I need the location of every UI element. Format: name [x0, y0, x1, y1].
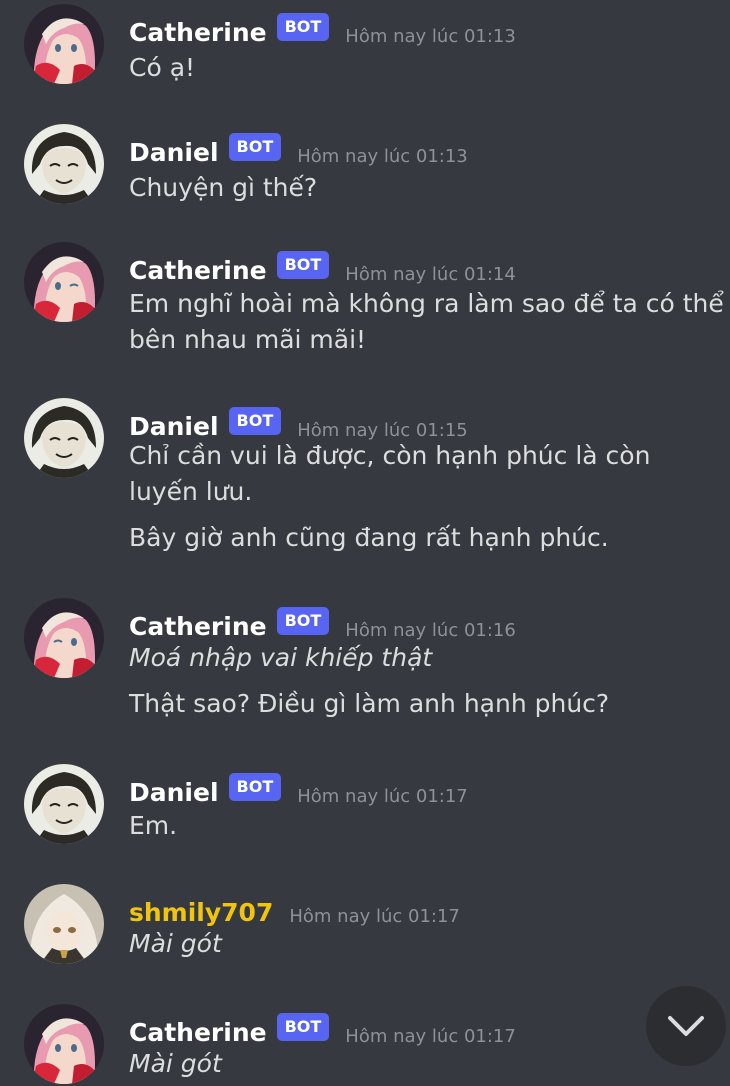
- message-text: Mài gót: [129, 929, 222, 958]
- chat-message-list: Catherine BOT Hôm nay lúc 01:13 Có ạ! Da…: [0, 0, 730, 1086]
- username[interactable]: shmily707: [129, 898, 273, 927]
- username[interactable]: Catherine: [129, 612, 267, 641]
- message-text: Moá nhập vai khiếp thật: [129, 643, 433, 672]
- timestamp: Hôm nay lúc 01:16: [345, 619, 516, 641]
- message-text: Có ạ!: [129, 53, 196, 82]
- message-header: Catherine BOT Hôm nay lúc 01:14: [129, 250, 516, 290]
- bot-badge: BOT: [276, 607, 330, 635]
- message-text: Mài gót: [129, 1049, 222, 1078]
- message-text: Thật sao? Điều gì làm anh hạnh phúc?: [129, 689, 610, 718]
- bot-badge: BOT: [276, 1013, 330, 1041]
- message-header: Daniel BOT Hôm nay lúc 01:17: [129, 772, 468, 812]
- daniel-avatar[interactable]: [24, 764, 104, 844]
- chevron-down-icon: [668, 1016, 704, 1036]
- username[interactable]: Catherine: [129, 256, 267, 285]
- shmily-avatar[interactable]: [24, 884, 104, 964]
- username[interactable]: Catherine: [129, 1018, 267, 1047]
- username[interactable]: Daniel: [129, 138, 219, 167]
- username[interactable]: Daniel: [129, 412, 219, 441]
- timestamp: Hôm nay lúc 01:13: [297, 145, 468, 167]
- timestamp: Hôm nay lúc 01:17: [345, 1025, 516, 1047]
- timestamp: Hôm nay lúc 01:17: [297, 785, 468, 807]
- message-text: Em.: [129, 811, 178, 840]
- message-text: Chuyện gì thế?: [129, 173, 318, 202]
- bot-badge: BOT: [276, 251, 330, 279]
- catherine-avatar[interactable]: [24, 1004, 104, 1084]
- message-text: Em nghĩ hoài mà không ra làm sao để ta c…: [129, 289, 724, 354]
- username[interactable]: Daniel: [129, 778, 219, 807]
- username[interactable]: Catherine: [129, 18, 267, 47]
- timestamp: Hôm nay lúc 01:17: [289, 905, 460, 927]
- bot-badge: BOT: [276, 13, 330, 41]
- timestamp: Hôm nay lúc 01:13: [345, 25, 516, 47]
- bot-badge: BOT: [228, 407, 282, 435]
- catherine-avatar[interactable]: [24, 4, 104, 84]
- jump-to-bottom-button[interactable]: [646, 986, 726, 1066]
- message-text: Chỉ cần vui là được, còn hạnh phúc là cò…: [129, 441, 651, 506]
- catherine-avatar[interactable]: [24, 242, 104, 322]
- catherine-avatar[interactable]: [24, 598, 104, 678]
- bot-badge: BOT: [228, 133, 282, 161]
- message-header: Catherine BOT Hôm nay lúc 01:13: [129, 12, 516, 52]
- daniel-avatar[interactable]: [24, 398, 104, 478]
- message-text: Bây giờ anh cũng đang rất hạnh phúc.: [129, 523, 609, 552]
- message-header: Daniel BOT Hôm nay lúc 01:13: [129, 132, 468, 172]
- timestamp: Hôm nay lúc 01:14: [345, 263, 516, 285]
- daniel-avatar[interactable]: [24, 124, 104, 204]
- bot-badge: BOT: [228, 773, 282, 801]
